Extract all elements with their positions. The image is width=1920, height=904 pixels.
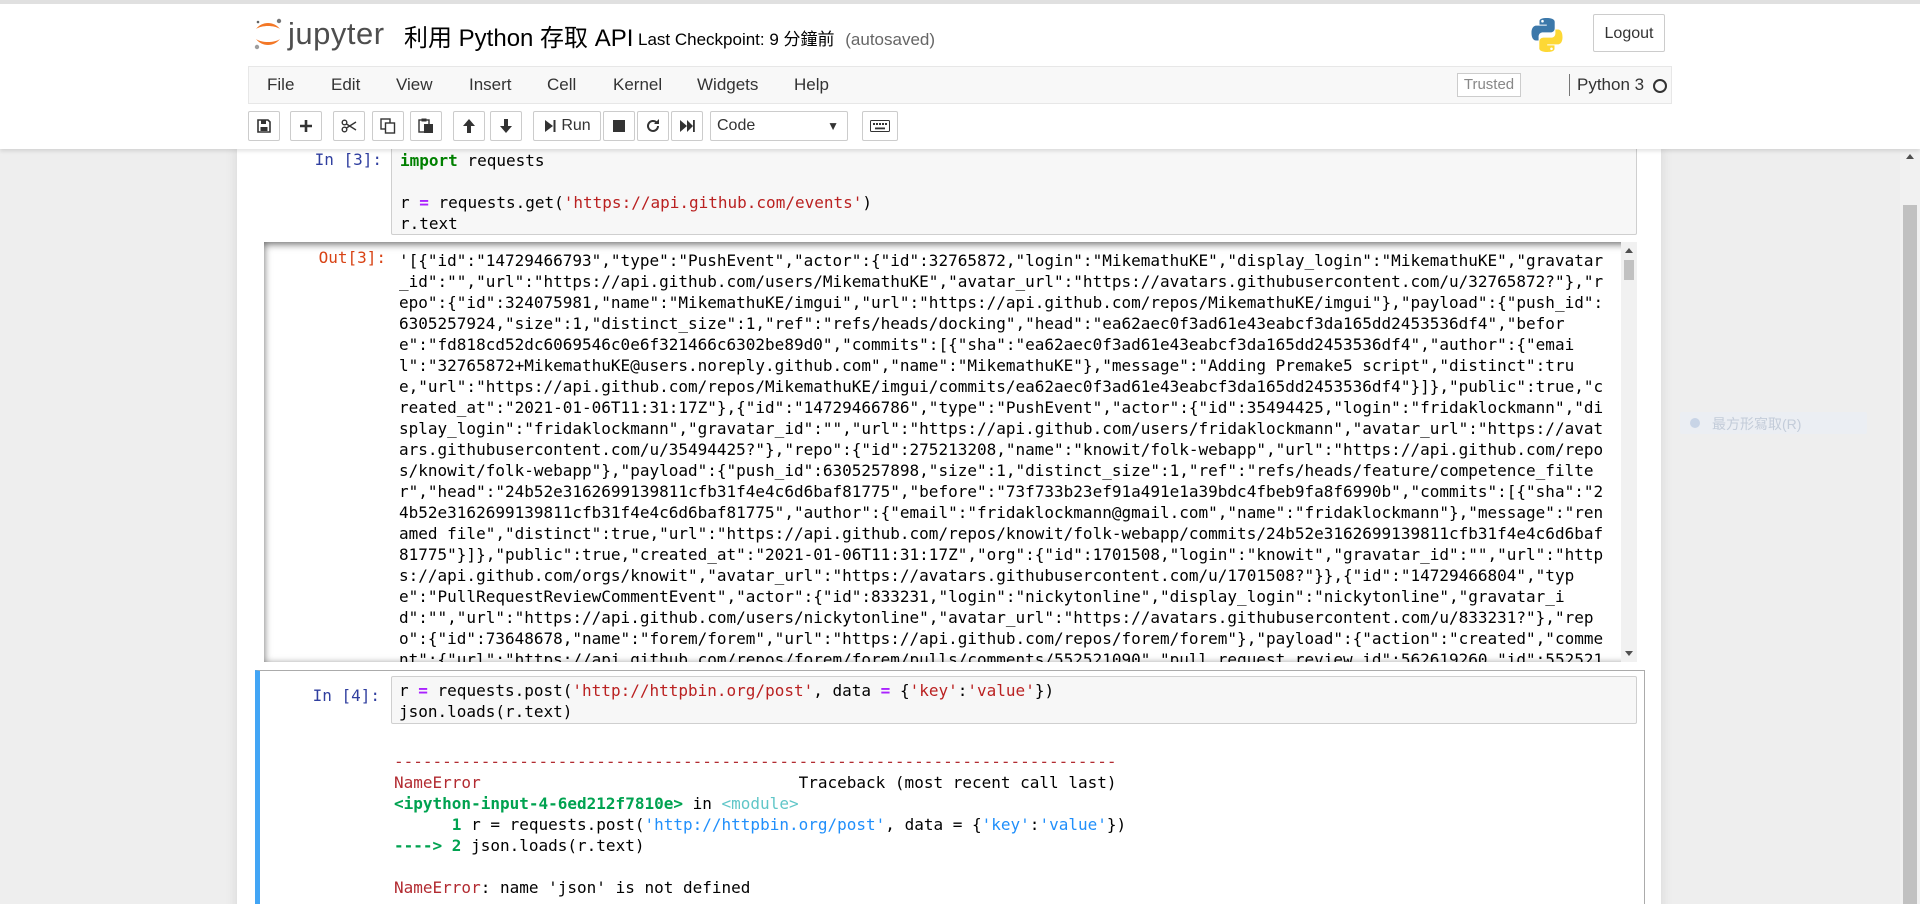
output-scrollbar[interactable] — [1621, 242, 1637, 662]
output-line: s/knowit/folk-webapp"},"payload":{"push_… — [399, 461, 1594, 480]
cell4-error-output: ----------------------------------------… — [394, 752, 1127, 897]
chevron-down-icon: ▼ — [827, 119, 839, 133]
output-line: r","head":"24b52e3162699139811cfb31f4e4c… — [399, 482, 1604, 501]
run-button[interactable]: Run — [533, 111, 601, 141]
ghost-overlay-dot-icon — [1690, 418, 1700, 428]
output-line: o":{"id":73648678,"name":"forem/forem","… — [399, 629, 1604, 648]
output-line: l":"32765872+MikemathuKE@users.noreply.g… — [399, 356, 1575, 375]
cell4-in-prompt: In [4]: — [312, 686, 380, 705]
ghost-overlay-label: 最方形寫取(R) — [1712, 416, 1802, 432]
insert-cell-button[interactable] — [290, 111, 322, 141]
menu-kernel[interactable]: Kernel — [613, 75, 662, 95]
paste-icon — [418, 118, 433, 133]
kernel-idle-icon — [1653, 79, 1667, 93]
cell4-code-editor[interactable]: r = requests.post('http://httpbin.org/po… — [391, 676, 1637, 724]
menu-view[interactable]: View — [396, 75, 433, 95]
interrupt-kernel-button[interactable] — [603, 111, 635, 141]
cell3-output-scroll-area[interactable]: Out[3]: '[{"id":"14729466793","type":"Pu… — [264, 242, 1637, 662]
output-line: e":"PullRequestReviewCommentEvent","acto… — [399, 587, 1565, 606]
traceback-label: Traceback (most recent call last) — [798, 773, 1117, 792]
jupyter-logo-icon — [254, 18, 282, 50]
command-palette-button[interactable] — [862, 111, 898, 141]
cell3-in-prompt: In [3]: — [314, 150, 382, 169]
logout-button[interactable]: Logout — [1593, 14, 1665, 52]
menu-file[interactable]: File — [267, 75, 294, 95]
module-ref: <module> — [721, 794, 799, 813]
page-scrollbar[interactable] — [1900, 145, 1920, 904]
output-line: e,"url":"https://api.github.com/repos/Mi… — [399, 377, 1604, 396]
output-line: splay_login":"fridaklockmann","gravatar_… — [399, 419, 1604, 438]
keyboard-icon — [870, 120, 890, 132]
page-scrollbar-thumb[interactable] — [1903, 205, 1917, 904]
notebook-container[interactable]: In [3]: import requests r = requests.get… — [0, 145, 1900, 904]
notebook-page: In [3]: import requests r = requests.get… — [237, 145, 1661, 904]
output-line: reated_at":"2021-01-06T11:31:17Z"},{"id"… — [399, 398, 1604, 417]
output-line: 81775"}]},"public":true,"created_at":"20… — [399, 545, 1604, 564]
cell3-output-text: '[{"id":"14729466793","type":"PushEvent"… — [399, 250, 1604, 662]
fast-forward-icon — [680, 120, 695, 132]
save-button[interactable] — [248, 111, 280, 141]
cut-icon — [341, 119, 357, 133]
output-line: ars.githubusercontent.com/u/35494425?"},… — [399, 440, 1604, 459]
stop-icon — [613, 120, 625, 132]
cell-type-select[interactable]: Code ▼ — [710, 111, 848, 141]
output-line: nt":{"url":"https://api.github.com/repos… — [399, 650, 1604, 662]
arrow-up-icon — [463, 119, 475, 133]
output-line: 6305257924,"size":1,"distinct_size":1,"r… — [399, 314, 1565, 333]
menu-insert[interactable]: Insert — [469, 75, 512, 95]
output-scrollbar-thumb[interactable] — [1624, 260, 1634, 280]
paste-cell-button[interactable] — [410, 111, 442, 141]
cell3-out-prompt: Out[3]: — [318, 248, 386, 267]
cell-type-value: Code — [717, 117, 756, 134]
restart-icon — [647, 119, 659, 132]
plus-icon — [300, 120, 312, 132]
notebook-title[interactable]: 利用 Python 存取 API — [404, 18, 633, 53]
jupyter-logo[interactable]: jupyter — [252, 14, 385, 54]
run-label: Run — [561, 117, 591, 134]
copy-cell-button[interactable] — [372, 111, 404, 141]
trusted-indicator[interactable]: Trusted — [1457, 73, 1521, 97]
move-down-button[interactable] — [490, 111, 522, 141]
menu-help[interactable]: Help — [794, 75, 829, 95]
autosaved-label: (autosaved) — [845, 30, 936, 49]
page-scroll-up-icon[interactable] — [1900, 149, 1920, 163]
python-logo-icon — [1531, 18, 1563, 52]
output-line: e":"fd818cd52dc6069546c0e6f321466c6302be… — [399, 335, 1575, 354]
kernel-name[interactable]: Python 3 — [1577, 75, 1644, 95]
menu-cell[interactable]: Cell — [547, 75, 576, 95]
output-line: epo":{"id":324075981,"name":"MikemathuKE… — [399, 293, 1604, 312]
cell3-code: import requests r = requests.get('https:… — [400, 151, 873, 233]
save-icon — [257, 119, 271, 133]
jupyter-logo-text: jupyter — [288, 16, 385, 51]
menu-widgets[interactable]: Widgets — [697, 75, 758, 95]
output-line: d":"","url":"https://api.github.com/user… — [399, 608, 1594, 627]
output-line: amed file","distinct":true,"url":"https:… — [399, 524, 1604, 543]
scroll-up-arrow-icon[interactable] — [1621, 244, 1637, 256]
run-icon — [545, 120, 556, 132]
kernel-separator — [1569, 74, 1570, 96]
cell4-selected-cell[interactable]: In [4]: r = requests.post('http://httpbi… — [255, 670, 1645, 904]
arrow-down-icon — [500, 119, 512, 133]
error-name: NameError — [394, 773, 481, 792]
checkpoint-label: Last Checkpoint: 9 分鐘前 — [638, 30, 835, 49]
cell3-code-editor[interactable]: import requests r = requests.get('https:… — [391, 145, 1637, 235]
move-up-button[interactable] — [453, 111, 485, 141]
menu-edit[interactable]: Edit — [331, 75, 360, 95]
menubar: File Edit View Insert Cell Kernel Widget… — [248, 66, 1672, 104]
input-ref: <ipython-input-4-6ed212f7810e> — [394, 794, 683, 813]
output-line: s://api.github.com/orgs/knowit","avatar_… — [399, 566, 1575, 585]
output-line: _id":"","url":"https://api.github.com/us… — [399, 272, 1604, 291]
notebook-header: jupyter 利用 Python 存取 API Last Checkpoint… — [0, 0, 1920, 149]
scroll-down-arrow-icon[interactable] — [1621, 648, 1637, 660]
checkpoint-status: Last Checkpoint: 9 分鐘前 (autosaved) — [638, 25, 935, 50]
cell4-code: r = requests.post('http://httpbin.org/po… — [399, 681, 1055, 721]
output-line: 4b52e3162699139811cfb31f4e4c6d6baf81775"… — [399, 503, 1604, 522]
traceback-rule: ----------------------------------------… — [394, 752, 1117, 771]
restart-run-all-button[interactable] — [671, 111, 703, 141]
output-line: '[{"id":"14729466793","type":"PushEvent"… — [399, 251, 1604, 270]
restart-kernel-button[interactable] — [637, 111, 669, 141]
copy-icon — [380, 118, 396, 134]
cut-cell-button[interactable] — [333, 111, 365, 141]
